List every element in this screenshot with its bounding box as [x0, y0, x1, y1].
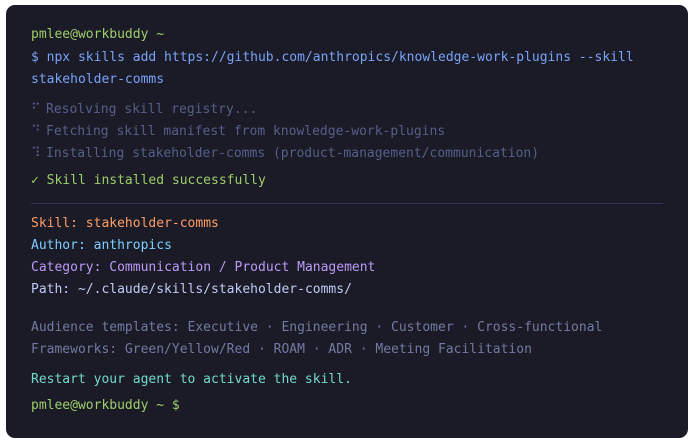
restart-note: Restart your agent to activate the skill… [31, 372, 352, 387]
path-label: Path: [31, 282, 71, 297]
skill-value: stakeholder-comms [85, 216, 219, 231]
detail-skill: Skill: stakeholder-comms [31, 216, 219, 232]
success-message: ✓ Skill installed successfully [31, 173, 266, 188]
command-line-continued: stakeholder-comms [31, 72, 165, 87]
detail-category: Category: Communication / Product Manage… [31, 260, 375, 276]
step-resolving: ⠋ Resolving skill registry... [31, 102, 257, 118]
author-value: anthropics [93, 238, 172, 253]
skill-label: Skill: [31, 216, 78, 231]
final-prompt[interactable]: pmlee@workbuddy ~ $ [31, 398, 180, 414]
spinner-icon: ⠹ [31, 146, 41, 161]
spinner-icon: ⠋ [31, 102, 41, 117]
step-text: Installing stakeholder-comms (product-ma… [46, 146, 540, 161]
step-fetching: ⠙ Fetching skill manifest from knowledge-… [31, 124, 445, 140]
path-value: ~/.claude/skills/stakeholder-comms/ [77, 282, 352, 297]
detail-author: Author: anthropics [31, 238, 172, 254]
divider [31, 203, 663, 204]
category-label: Category: [31, 260, 102, 275]
command-line: $ npx skills add https://github.com/anth… [31, 50, 634, 65]
category-value: Communication / Product Management [109, 260, 376, 275]
step-text: Resolving skill registry... [46, 102, 258, 117]
frameworks: Frameworks: Green/Yellow/Red · ROAM · AD… [31, 342, 532, 357]
step-installing: ⠹ Installing stakeholder-comms (product-m… [31, 146, 539, 162]
step-text: Fetching skill manifest from knowledge-w… [46, 124, 446, 139]
detail-path: Path: ~/.claude/skills/stakeholder-comms… [31, 282, 352, 298]
terminal-window[interactable]: pmlee@workbuddy ~ $ npx skills add https… [6, 5, 688, 438]
author-label: Author: [31, 238, 86, 253]
prompt-header: pmlee@workbuddy ~ [31, 27, 165, 42]
audience-templates: Audience templates: Executive · Engineer… [31, 320, 603, 335]
spinner-icon: ⠙ [31, 124, 41, 139]
